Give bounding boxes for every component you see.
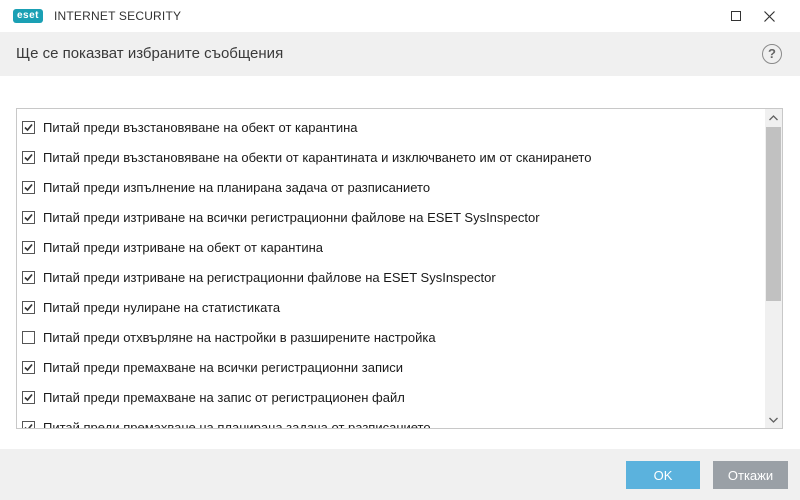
checkmark-icon [24, 213, 33, 221]
message-checkbox[interactable] [22, 180, 35, 194]
ok-button[interactable]: OK [626, 461, 700, 489]
cancel-button[interactable]: Откажи [713, 461, 788, 489]
title-bar: eset INTERNET SECURITY [0, 0, 800, 32]
checkmark-icon [24, 243, 33, 251]
chevron-down-icon [769, 417, 778, 423]
checkmark-icon [24, 153, 33, 161]
message-checkbox[interactable] [22, 240, 35, 254]
message-label: Питай преди изтриване на регистрационни … [43, 269, 496, 285]
message-label: Питай преди премахване на планирана зада… [43, 419, 431, 429]
message-list: Питай преди възстановяване на обект от к… [16, 108, 783, 429]
checkmark-icon [24, 183, 33, 191]
message-checkbox[interactable] [22, 210, 35, 224]
chevron-up-icon [769, 114, 778, 120]
message-label: Питай преди изтриване на всички регистра… [43, 209, 540, 225]
message-option[interactable]: Питай преди премахване на запис от регис… [22, 382, 405, 412]
scroll-thumb[interactable] [766, 127, 781, 301]
message-label: Питай преди премахване на всички регистр… [43, 359, 404, 375]
maximize-icon [731, 11, 741, 21]
message-checkbox[interactable] [22, 420, 35, 428]
checkmark-icon [24, 393, 33, 401]
message-label: Питай преди нулиране на статистиката [43, 299, 281, 315]
message-option[interactable]: Питай преди изтриване на обект от карант… [22, 232, 323, 262]
close-icon [763, 10, 775, 22]
message-label: Питай преди изтриване на обект от карант… [43, 239, 324, 255]
message-option[interactable]: Питай преди премахване на планирана зада… [22, 412, 431, 429]
page-title: Ще се показват избраните съобщения [16, 45, 284, 62]
message-checkbox[interactable] [22, 120, 35, 134]
scrollbar[interactable] [765, 109, 782, 428]
checkmark-icon [24, 273, 33, 281]
scroll-down-button[interactable] [765, 411, 782, 428]
eset-logo: eset [13, 9, 44, 23]
message-option[interactable]: Питай преди възстановяване на обекти от … [22, 142, 591, 172]
message-label: Питай преди възстановяване на обект от к… [43, 119, 358, 135]
checkmark-icon [24, 303, 33, 311]
message-label: Питай преди възстановяване на обекти от … [43, 149, 592, 165]
checkmark-icon [24, 423, 33, 428]
message-checkbox[interactable] [22, 390, 35, 404]
message-label: Питай преди отхвърляне на настройки в ра… [43, 329, 436, 345]
message-option[interactable]: Питай преди изтриване на всички регистра… [22, 202, 540, 232]
help-button[interactable]: ? [762, 44, 782, 64]
scroll-up-button[interactable] [765, 109, 782, 126]
checkmark-icon [24, 123, 33, 131]
message-checkbox[interactable] [22, 270, 35, 284]
message-checkbox[interactable] [22, 300, 35, 314]
message-label: Питай преди премахване на запис от регис… [43, 389, 405, 405]
message-option[interactable]: Питай преди изпълнение на планирана зада… [22, 172, 430, 202]
page-header: Ще се показват избраните съобщения [0, 32, 800, 76]
message-checkbox[interactable] [22, 360, 35, 374]
message-option[interactable]: Питай преди премахване на всички регистр… [22, 352, 403, 382]
message-option[interactable]: Питай преди изтриване на регистрационни … [22, 262, 496, 292]
message-checkbox[interactable] [22, 330, 35, 344]
message-checkbox[interactable] [22, 150, 35, 164]
message-option[interactable]: Питай преди нулиране на статистиката [22, 292, 280, 322]
close-button[interactable] [753, 0, 785, 32]
maximize-button[interactable] [720, 0, 752, 32]
message-label: Питай преди изпълнение на планирана зада… [43, 179, 431, 195]
message-option[interactable]: Питай преди възстановяване на обект от к… [22, 112, 358, 142]
checkmark-icon [24, 363, 33, 371]
message-option[interactable]: Питай преди отхвърляне на настройки в ра… [22, 322, 436, 352]
product-name: INTERNET SECURITY [54, 9, 182, 23]
